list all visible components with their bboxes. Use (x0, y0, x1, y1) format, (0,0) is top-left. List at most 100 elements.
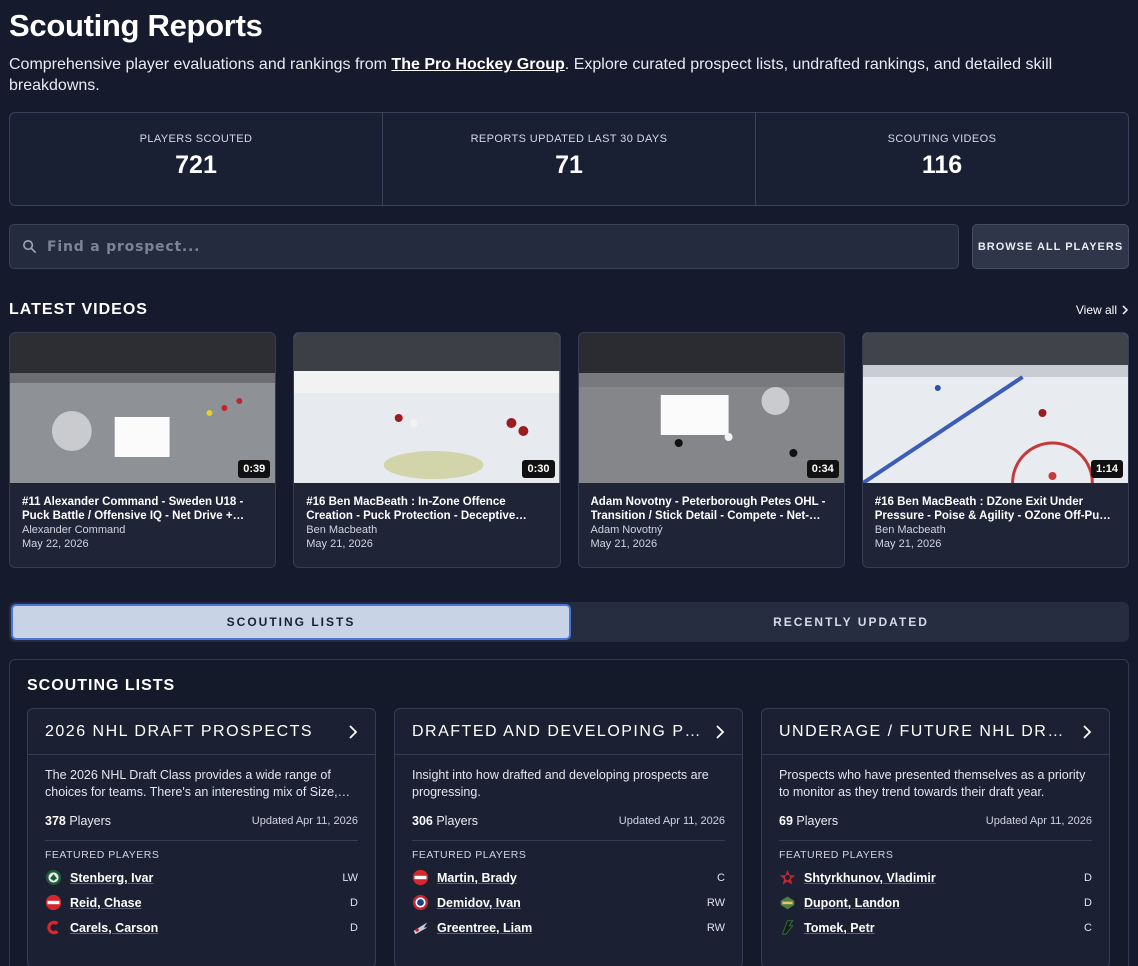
video-card[interactable]: 0:30 #16 Ben MacBeath : In-Zone Offence … (293, 332, 561, 568)
latest-videos-title: LATEST VIDEOS (9, 301, 148, 318)
list-meta: 306 Players Updated Apr 11, 2026 (412, 814, 725, 841)
canadiens-logo-icon (412, 894, 429, 911)
featured-player-row: Dupont, Landon D (779, 894, 1092, 911)
player-count-value: 306 (412, 814, 433, 828)
video-list: 0:39 #11 Alexander Command - Sweden U18 … (9, 332, 1129, 568)
video-date: May 22, 2026 (22, 538, 89, 550)
list-card-header[interactable]: DRAFTED AND DEVELOPING PROSPECTS (395, 709, 742, 755)
list-updated-date: Updated Apr 11, 2026 (618, 815, 725, 827)
featured-player-row: Martin, Brady C (412, 869, 725, 886)
stat-label: REPORTS UPDATED LAST 30 DAYS (470, 133, 668, 145)
player-position: C (717, 871, 725, 884)
search-row: BROWSE ALL PLAYERS (9, 224, 1129, 269)
player-position: RW (706, 921, 725, 934)
view-all-label: View all (1075, 303, 1117, 317)
frolunda-logo-icon (45, 869, 62, 886)
stats-bar: PLAYERS SCOUTED 721 REPORTS UPDATED LAST… (9, 112, 1129, 206)
video-title: #11 Alexander Command - Sweden U18 - Puc… (22, 496, 244, 522)
featured-player-row: Stenberg, Ivar LW (45, 869, 358, 886)
stat-label: SCOUTING VIDEOS (887, 133, 997, 145)
star-logo-icon (779, 869, 796, 885)
tab-scouting-lists[interactable]: SCOUTING LISTS (11, 604, 571, 640)
hockey-rink-thumbnail-icon (578, 333, 844, 483)
player-position: LW (342, 871, 358, 884)
player-name-link[interactable]: Shtyrkhunov, Vladimir (804, 871, 1084, 885)
list-description: The 2026 NHL Draft Class provides a wide… (45, 768, 338, 799)
chevron-right-icon (1083, 724, 1092, 739)
silvertips-logo-icon (780, 896, 795, 910)
video-thumbnail: 0:39 (10, 333, 276, 483)
video-card[interactable]: 0:39 #11 Alexander Command - Sweden U18 … (9, 332, 277, 568)
player-position: RW (706, 896, 725, 909)
video-date: May 21, 2026 (874, 538, 942, 550)
featured-player-row: Tomek, Petr C (779, 919, 1092, 936)
list-card-header[interactable]: UNDERAGE / FUTURE NHL DRAFT PROSPECTS (762, 709, 1109, 755)
list-description: Prospects who have presented themselves … (779, 768, 1086, 799)
list-card-body: Insight into how drafted and developing … (395, 755, 742, 936)
featured-players-label: FEATURED PLAYERS (45, 849, 160, 861)
video-info: #11 Alexander Command - Sweden U18 - Puc… (10, 483, 275, 551)
video-duration: 0:30 (522, 460, 555, 478)
list-card: UNDERAGE / FUTURE NHL DRAFT PROSPECTS Pr… (761, 708, 1110, 966)
players-word: Players (69, 814, 112, 828)
search-input[interactable] (47, 238, 958, 255)
tab-recently-updated[interactable]: RECENTLY UPDATED (573, 602, 1129, 642)
tabs-bar: SCOUTING LISTS RECENTLY UPDATED (9, 602, 1129, 642)
player-position: D (1084, 871, 1092, 884)
greyhounds-logo-icon (45, 894, 62, 911)
featured-player-row: Greentree, Liam RW (412, 919, 725, 936)
featured-players-label: FEATURED PLAYERS (412, 849, 527, 861)
scouting-lists-panel: SCOUTING LISTS 2026 NHL DRAFT PROSPECTS … (9, 659, 1129, 966)
list-player-count: 378 Players (45, 814, 111, 828)
video-thumbnail: 1:14 (862, 333, 1128, 483)
video-author: Adam Novotný (590, 524, 663, 536)
scouting-lists: 2026 NHL DRAFT PROSPECTS The 2026 NHL Dr… (27, 708, 1111, 966)
list-name: UNDERAGE / FUTURE NHL DRAFT PROSPECTS (779, 722, 1069, 740)
player-name-link[interactable]: Tomek, Petr (804, 921, 1084, 935)
player-name-link[interactable]: Reid, Chase (70, 896, 350, 910)
player-name-link[interactable]: Demidov, Ivan (437, 896, 707, 910)
player-name-link[interactable]: Carels, Carson (70, 921, 350, 935)
player-name-link[interactable]: Greentree, Liam (437, 921, 707, 935)
view-all-link[interactable]: View all (1076, 303, 1129, 317)
list-card: 2026 NHL DRAFT PROSPECTS The 2026 NHL Dr… (27, 708, 376, 966)
stat-label: PLAYERS SCOUTED (139, 133, 253, 145)
hockey-rink-thumbnail-icon (294, 333, 560, 483)
video-card[interactable]: 1:14 #16 Ben MacBeath : DZone Exit Under… (861, 332, 1129, 568)
video-duration: 0:39 (238, 460, 271, 478)
intro-text-before: Comprehensive player evaluations and ran… (9, 56, 392, 73)
video-duration: 1:14 (1090, 460, 1123, 478)
player-position: D (350, 896, 358, 909)
list-card-body: Prospects who have presented themselves … (762, 755, 1109, 936)
video-info: #16 Ben MacBeath : DZone Exit Under Pres… (863, 483, 1128, 551)
player-name-link[interactable]: Martin, Brady (437, 871, 717, 885)
video-author: Ben Macbeath (874, 524, 946, 536)
video-title: #16 Ben MacBeath : DZone Exit Under Pres… (874, 496, 1113, 522)
tri-city-logo-icon (781, 920, 794, 935)
player-count-value: 69 (779, 814, 793, 828)
video-date: May 21, 2026 (306, 538, 373, 550)
list-name: DRAFTED AND DEVELOPING PROSPECTS (412, 722, 702, 740)
video-info: Adam Novotny - Peterborough Petes OHL - … (579, 483, 844, 551)
featured-player-row: Shtyrkhunov, Vladimir D (779, 869, 1092, 886)
list-card: DRAFTED AND DEVELOPING PROSPECTS Insight… (394, 708, 743, 966)
players-word: Players (796, 814, 839, 828)
list-meta: 69 Players Updated Apr 11, 2026 (779, 814, 1092, 841)
list-card-header[interactable]: 2026 NHL DRAFT PROSPECTS (28, 709, 375, 755)
browse-all-players-button[interactable]: BROWSE ALL PLAYERS (972, 224, 1129, 269)
video-card[interactable]: 0:34 Adam Novotny - Peterborough Petes O… (577, 332, 845, 568)
stat-value: 71 (555, 151, 583, 179)
player-position: D (350, 921, 358, 934)
brand-link[interactable]: The Pro Hockey Group (391, 56, 564, 73)
player-count-value: 378 (45, 814, 66, 828)
spitfires-logo-icon (413, 922, 428, 935)
stat-players-scouted: PLAYERS SCOUTED 721 (10, 113, 383, 205)
hockey-rink-thumbnail-icon (862, 333, 1128, 483)
video-duration: 0:34 (806, 460, 839, 478)
search-box[interactable] (9, 224, 959, 269)
player-name-link[interactable]: Dupont, Landon (804, 896, 1084, 910)
video-author: Ben Macbeath (306, 524, 378, 536)
player-name-link[interactable]: Stenberg, Ivar (70, 871, 342, 885)
stat-scouting-videos: SCOUTING VIDEOS 116 (756, 113, 1128, 205)
hockey-rink-thumbnail-icon (10, 333, 276, 483)
